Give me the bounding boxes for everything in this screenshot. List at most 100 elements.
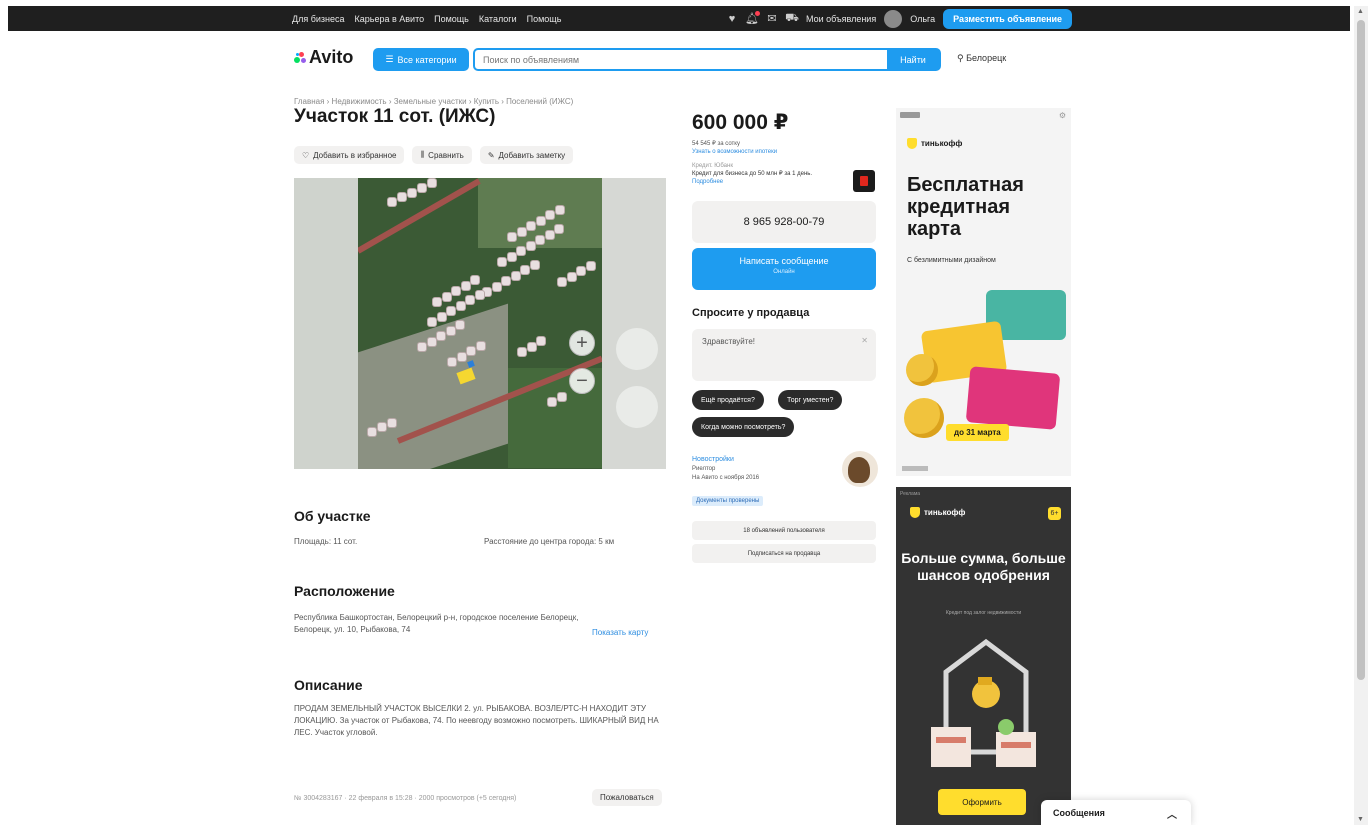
description-heading: Описание <box>294 677 363 693</box>
write-message-button[interactable]: Написать сообщение Онлайн <box>692 248 876 290</box>
house-plot <box>511 271 520 280</box>
house-plot <box>526 241 535 250</box>
clear-icon[interactable]: ✕ <box>861 336 868 345</box>
listing-photo-map[interactable]: + − <box>294 178 666 469</box>
house-plot <box>492 282 501 291</box>
coin-image <box>906 354 938 386</box>
house-plot <box>476 341 485 350</box>
mortgage-link[interactable]: Узнать о возможности ипотеки <box>692 148 777 156</box>
price: 600 000 ₽ <box>692 111 789 134</box>
search-input[interactable] <box>475 50 887 69</box>
tinkoff-logo: тинькофф <box>910 507 965 518</box>
my-ads-link[interactable]: Мои объявления <box>806 14 876 24</box>
quick-question-chip[interactable]: Когда можно посмотреть? <box>692 417 795 437</box>
house-plot <box>507 252 516 261</box>
scrollbar-thumb[interactable] <box>1357 20 1365 680</box>
seller-name-link[interactable]: Новостройки <box>692 455 734 464</box>
about-heading: Об участке <box>294 508 371 524</box>
seller-avatar[interactable] <box>842 451 878 487</box>
listing-meta: № 3004283167 · 22 февраля в 15:28 · 2000… <box>294 795 517 802</box>
region-label: Белорецк <box>966 53 1007 63</box>
tinkoff-logo: тинькофф <box>907 138 962 149</box>
house-plot <box>418 343 426 351</box>
location-pin-icon: ⚲ <box>957 53 967 63</box>
tinkoff-shield-icon <box>910 507 920 518</box>
about-distance: Расстояние до центра города: 5 км <box>484 537 615 546</box>
house-plot <box>442 292 451 301</box>
top-nav-item[interactable]: Для бизнеса <box>292 14 345 24</box>
pin-icon: ✎ <box>487 150 495 160</box>
breadcrumb[interactable]: Главная › Недвижимость › Земельные участ… <box>294 97 573 106</box>
region-selector[interactable]: ⚲ Белорецк <box>957 53 1006 64</box>
add-note-button[interactable]: ✎ Добавить заметку <box>479 146 574 164</box>
post-ad-button[interactable]: Разместить объявление <box>943 8 1073 29</box>
house-plot <box>446 326 455 335</box>
subscribe-seller-button[interactable]: Подписаться на продавца <box>692 544 876 563</box>
quick-question-chip[interactable]: Ещё продаётся? <box>692 390 764 410</box>
scroll-down-arrow-icon[interactable]: ▼ <box>1357 816 1364 823</box>
house-plot <box>452 287 461 295</box>
house-plot <box>448 358 456 366</box>
house-plot <box>483 288 491 296</box>
avito-logo[interactable]: Avito <box>294 47 353 68</box>
house-illustration-icon <box>931 638 1036 767</box>
ad-cta-button[interactable]: Оформить <box>938 789 1026 815</box>
write-message-label: Написать сообщение <box>739 256 829 266</box>
house-plot <box>518 348 526 356</box>
scroll-up-arrow-icon[interactable]: ▲ <box>1357 8 1364 15</box>
ad-banner-bottom[interactable]: Реклама тинькофф 6+ Больше сумма, больше… <box>896 487 1071 825</box>
house-plot <box>387 418 396 427</box>
user-avatar[interactable] <box>884 9 903 28</box>
search-button[interactable]: Найти <box>887 50 939 69</box>
quick-question-chip[interactable]: Торг уместен? <box>778 390 843 410</box>
top-bar: Для бизнеса Карьера в Авито Помощь Катал… <box>8 6 1350 31</box>
house-plot <box>447 307 456 315</box>
heart-icon[interactable]: ♥ <box>726 13 738 25</box>
messages-label: Сообщения <box>1053 807 1105 818</box>
house-plot <box>502 277 511 285</box>
compare-button[interactable]: ⫼ Сравнить <box>412 146 472 164</box>
seller-ads-button[interactable]: 18 объявлений пользователя <box>692 521 876 540</box>
about-area: Площадь: 11 сот. <box>294 537 358 546</box>
scrollbar[interactable]: ▲ ▼ <box>1354 6 1368 825</box>
cart-icon[interactable]: ⛟ <box>785 12 799 25</box>
top-nav-item[interactable]: Каталоги <box>479 14 517 24</box>
chevron-up-icon[interactable]: ︿ <box>1167 806 1177 821</box>
house-plot <box>546 211 555 219</box>
ad-subtext: Кредит под залог недвижимости <box>945 610 1022 616</box>
credit-offer: Кредит. Юбанк Кредит для бизнеса до 50 м… <box>692 162 852 186</box>
show-map-link[interactable]: Показать карту <box>592 628 648 637</box>
logo-text: Avito <box>309 47 354 67</box>
location-heading: Расположение <box>294 583 395 599</box>
credit-more-link[interactable]: Подробнее <box>692 178 852 186</box>
zoom-in-icon[interactable]: + <box>569 330 595 356</box>
chat-icon[interactable]: ✉ <box>766 13 778 25</box>
house-plot <box>417 184 426 193</box>
add-favorite-button[interactable]: ♡ Добавить в избранное <box>294 146 405 164</box>
top-nav-item[interactable]: Карьера в Авито <box>355 14 425 24</box>
ask-seller-input[interactable]: Здравствуйте! ✕ <box>692 329 876 381</box>
page: Для бизнеса Карьера в Авито Помощь Катал… <box>0 0 1368 825</box>
documents-badge: Документы проверены <box>692 496 764 506</box>
house-plot <box>517 247 526 255</box>
user-menu[interactable]: Ольга <box>910 14 935 24</box>
phone-button[interactable]: 8 965 928-00-79 <box>692 201 876 243</box>
ad-settings-icon[interactable]: ⚙ <box>1059 111 1066 120</box>
top-nav-item[interactable]: Помощь <box>527 14 562 24</box>
top-nav-item[interactable]: Помощь <box>434 14 469 24</box>
blur-circle <box>616 386 658 428</box>
bell-icon[interactable]: 🔔︎ <box>745 10 760 25</box>
compare-label: Сравнить <box>428 150 464 160</box>
categories-label: Все категории <box>397 54 457 65</box>
house-plot <box>427 337 436 346</box>
house-plot <box>437 312 446 321</box>
complain-button[interactable]: Пожаловаться <box>592 789 662 806</box>
listing-actions: ♡ Добавить в избранное ⫼ Сравнить ✎ Добавит… <box>294 146 574 164</box>
categories-button[interactable]: ☰ Все категории <box>373 48 469 71</box>
ad-banner-top[interactable]: ⚙ тинькофф Бесплатная кредитная карта С … <box>896 108 1071 476</box>
zoom-out-icon[interactable]: − <box>569 368 595 394</box>
messages-widget[interactable]: Сообщения ︿ <box>1041 800 1191 825</box>
ad-date-badge: до 31 марта <box>946 424 1009 441</box>
house-plot <box>530 260 539 269</box>
card-image <box>965 366 1061 430</box>
